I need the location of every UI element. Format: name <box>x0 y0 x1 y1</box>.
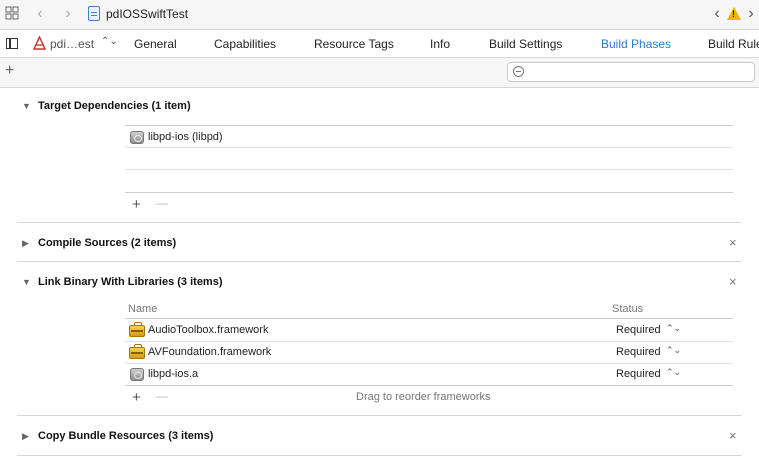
filter-input[interactable] <box>530 65 754 81</box>
section-separator <box>17 222 741 223</box>
chevron-updown-icon[interactable]: ⌃⌄ <box>666 345 681 356</box>
divider <box>125 363 733 364</box>
library-name: AVFoundation.framework <box>148 346 272 358</box>
framework-icon <box>129 344 145 359</box>
issue-nav-chevron-left-icon[interactable]: ‹ <box>709 6 725 22</box>
remove-library-button[interactable]: — <box>156 389 168 403</box>
library-icon <box>130 368 144 381</box>
divider <box>125 147 733 148</box>
divider <box>125 318 733 319</box>
section-title[interactable]: Compile Sources (2 items) <box>38 237 176 249</box>
add-library-button[interactable]: + <box>132 389 141 406</box>
section-separator <box>17 261 741 262</box>
divider <box>125 125 733 126</box>
divider <box>125 192 733 193</box>
issue-nav-chevron-right-icon[interactable]: › <box>743 6 759 22</box>
add-build-phase-button[interactable]: + <box>5 62 14 80</box>
library-icon <box>130 131 144 144</box>
disclosure-collapsed-icon[interactable]: ▶ <box>22 431 29 442</box>
filter-field[interactable] <box>507 62 755 82</box>
chevron-left-icon[interactable]: ‹ <box>32 6 48 22</box>
disclosure-expanded-icon[interactable]: ▼ <box>22 101 31 111</box>
tab-capabilities[interactable]: Capabilities <box>214 37 276 51</box>
filter-icon <box>513 66 524 77</box>
chevron-right-icon[interactable]: › <box>60 6 76 22</box>
column-header-name[interactable]: Name <box>128 303 157 315</box>
divider <box>125 341 733 342</box>
chevron-updown-icon[interactable]: ⌃⌄ <box>666 323 681 334</box>
chevron-updown-icon[interactable]: ⌃⌄ <box>666 367 681 378</box>
section-separator <box>17 415 741 416</box>
editor-tab-bar: pdi…est ⌃⌄ General Capabilities Resource… <box>0 30 759 58</box>
disclosure-expanded-icon[interactable]: ▼ <box>22 277 31 287</box>
tab-build-rules[interactable]: Build Rule <box>708 37 759 51</box>
status-select[interactable]: Required <box>616 324 661 336</box>
column-header-status[interactable]: Status <box>612 303 643 315</box>
remove-dependency-button[interactable]: — <box>156 196 168 210</box>
library-name: libpd-ios.a <box>148 368 199 380</box>
tab-build-settings[interactable]: Build Settings <box>489 37 562 51</box>
tab-general[interactable]: General <box>134 37 177 51</box>
tab-build-phases[interactable]: Build Phases <box>601 37 671 51</box>
section-title[interactable]: Target Dependencies (1 item) <box>38 100 191 112</box>
dependency-item[interactable]: libpd-ios (libpd) <box>148 131 223 143</box>
framework-icon <box>129 322 145 337</box>
chevron-updown-icon[interactable]: ⌃⌄ <box>101 36 118 47</box>
divider <box>125 169 733 170</box>
section-title[interactable]: Link Binary With Libraries (3 items) <box>38 276 223 288</box>
delete-phase-close-icon[interactable]: × <box>729 428 737 443</box>
library-name: AudioToolbox.framework <box>148 324 269 336</box>
grid-icon[interactable] <box>4 6 20 22</box>
delete-phase-close-icon[interactable]: × <box>729 274 737 289</box>
jump-bar: ‹ › pdIOSSwiftTest ‹ ! › <box>0 0 759 30</box>
tab-info[interactable]: Info <box>430 37 450 51</box>
tab-resource-tags[interactable]: Resource Tags <box>314 37 394 51</box>
status-select[interactable]: Required <box>616 368 661 380</box>
add-dependency-button[interactable]: + <box>132 196 141 213</box>
disclosure-collapsed-icon[interactable]: ▶ <box>22 238 29 249</box>
section-separator <box>17 455 741 456</box>
divider <box>125 385 733 386</box>
warning-icon[interactable]: ! <box>727 7 741 20</box>
target-app-icon <box>32 35 47 54</box>
project-file-icon <box>88 6 100 21</box>
sidebar-toggle-icon[interactable] <box>6 38 18 49</box>
status-select[interactable]: Required <box>616 346 661 358</box>
filter-bar: + <box>0 58 759 88</box>
section-title[interactable]: Copy Bundle Resources (3 items) <box>38 430 213 442</box>
drag-hint-text: Drag to reorder frameworks <box>356 391 491 403</box>
target-selector[interactable]: pdi…est <box>50 37 94 51</box>
delete-phase-close-icon[interactable]: × <box>729 235 737 250</box>
jump-bar-title[interactable]: pdIOSSwiftTest <box>106 7 188 21</box>
